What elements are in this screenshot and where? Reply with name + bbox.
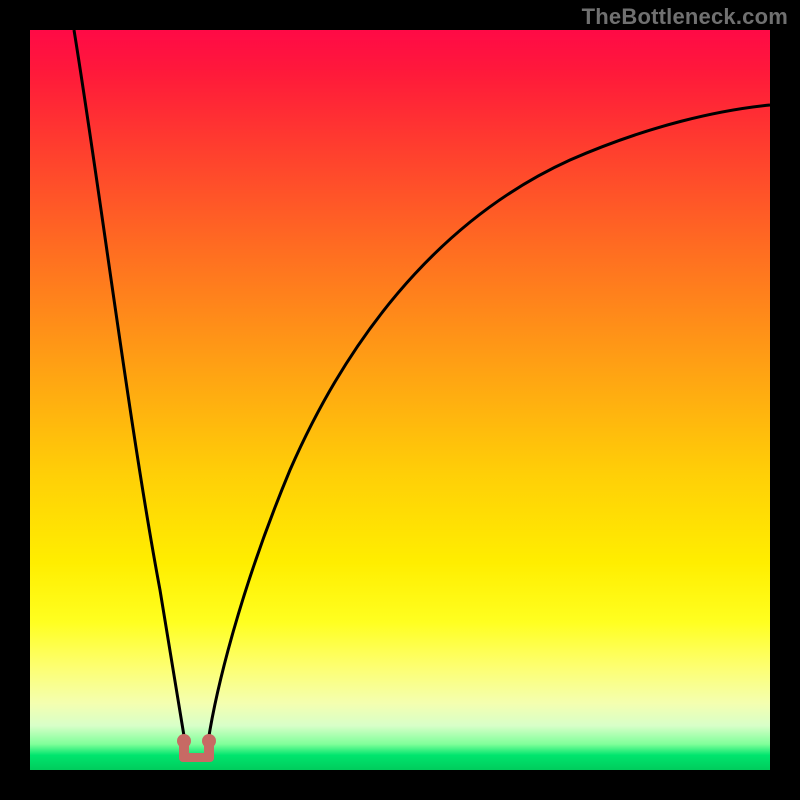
chart-frame: TheBottleneck.com: [0, 0, 800, 800]
curve-left-branch: [74, 30, 185, 742]
trough-marker-left: [177, 734, 191, 748]
plot-area: [30, 30, 770, 770]
bottleneck-curve: [30, 30, 770, 770]
trough-marker-right: [202, 734, 216, 748]
curve-right-branch: [208, 105, 770, 742]
watermark-text: TheBottleneck.com: [582, 4, 788, 30]
